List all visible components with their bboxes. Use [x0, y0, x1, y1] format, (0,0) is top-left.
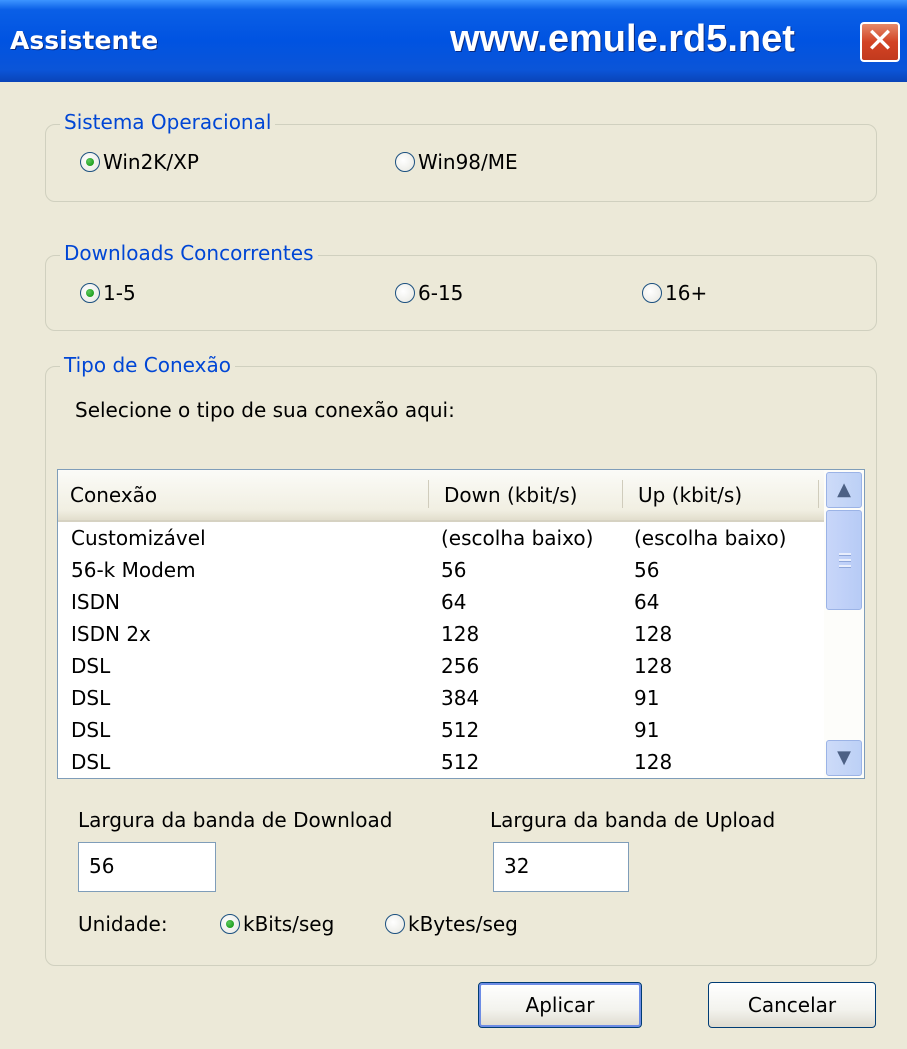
column-separator[interactable] — [622, 480, 623, 508]
cell-connection: ISDN 2x — [71, 622, 151, 646]
cell-connection: DSL — [71, 750, 111, 774]
cell-up: 128 — [634, 622, 673, 646]
table-row[interactable]: Customizável (escolha baixo) (escolha ba… — [58, 522, 824, 554]
connection-table[interactable]: Conexão Down (kbit/s) Up (kbit/s) Custom… — [57, 469, 865, 779]
downloads-radio-16plus[interactable]: 16+ — [642, 281, 707, 305]
up-arrow-icon: ▲ — [837, 479, 851, 500]
column-separator[interactable] — [428, 480, 429, 508]
cell-down: 512 — [441, 718, 480, 742]
unit-label: Unidade: — [78, 912, 168, 936]
table-row[interactable]: DSL 384 91 — [58, 682, 824, 714]
unit-radio-kbytes[interactable]: kBytes/seg — [385, 912, 518, 936]
title-bar[interactable]: Assistente www.emule.rd5.net ✕ — [0, 0, 907, 82]
os-radio-win2k-label: Win2K/XP — [103, 150, 199, 174]
cell-down: 56 — [441, 558, 467, 582]
cell-down: (escolha baixo) — [441, 526, 594, 550]
cell-connection: Customizável — [71, 526, 206, 550]
column-header-down[interactable]: Down (kbit/s) — [432, 470, 622, 518]
connection-instruction: Selecione o tipo de sua conexão aqui: — [75, 398, 455, 422]
cell-up: 56 — [634, 558, 660, 582]
banner-url: www.emule.rd5.net — [450, 18, 795, 60]
table-row[interactable]: DSL 512 91 — [58, 714, 824, 746]
radio-unselected-icon — [385, 914, 405, 934]
grip-icon — [839, 565, 851, 568]
vertical-scrollbar[interactable]: ▲ ▼ — [824, 470, 864, 778]
radio-unselected-icon — [642, 283, 662, 303]
table-row[interactable]: DSL 256 128 — [58, 650, 824, 682]
cell-up: 64 — [634, 590, 660, 614]
radio-unselected-icon — [395, 283, 415, 303]
os-radio-win98[interactable]: Win98/ME — [395, 150, 518, 174]
cell-down: 64 — [441, 590, 467, 614]
apply-button[interactable]: Aplicar — [478, 982, 642, 1028]
down-arrow-icon: ▼ — [837, 747, 851, 768]
table-header: Conexão Down (kbit/s) Up (kbit/s) — [58, 470, 824, 522]
scroll-up-button[interactable]: ▲ — [826, 472, 862, 508]
radio-selected-icon — [220, 914, 240, 934]
cell-up: 91 — [634, 686, 660, 710]
table-row[interactable]: ISDN 64 64 — [58, 586, 824, 618]
grip-icon — [839, 553, 851, 556]
download-bandwidth-label: Largura da banda de Download — [78, 808, 393, 832]
downloads-radio-1-5-label: 1-5 — [103, 281, 136, 305]
cell-down: 128 — [441, 622, 480, 646]
scroll-thumb[interactable] — [826, 510, 862, 610]
table-row[interactable]: ISDN 2x 128 128 — [58, 618, 824, 650]
scroll-down-button[interactable]: ▼ — [826, 740, 862, 776]
downloads-radio-16plus-label: 16+ — [665, 281, 708, 305]
column-header-connection[interactable]: Conexão — [58, 470, 428, 518]
cell-connection: 56-k Modem — [71, 558, 196, 582]
upload-bandwidth-input[interactable]: 32 — [493, 842, 629, 892]
close-button[interactable]: ✕ — [860, 22, 900, 62]
radio-selected-icon — [80, 152, 100, 172]
cell-down: 256 — [441, 654, 480, 678]
cell-up: 128 — [634, 750, 673, 774]
column-separator[interactable] — [818, 480, 819, 508]
grip-icon — [839, 559, 851, 562]
downloads-radio-1-5[interactable]: 1-5 — [80, 281, 136, 305]
cell-connection: ISDN — [71, 590, 120, 614]
cell-up: 128 — [634, 654, 673, 678]
cell-up: (escolha baixo) — [634, 526, 787, 550]
os-radio-win98-label: Win98/ME — [418, 150, 518, 174]
unit-radio-kbytes-label: kBytes/seg — [408, 912, 518, 936]
os-group-legend: Sistema Operacional — [60, 110, 276, 134]
downloads-group-legend: Downloads Concorrentes — [60, 241, 318, 265]
table-row[interactable]: 56-k Modem 56 56 — [58, 554, 824, 586]
cell-connection: DSL — [71, 686, 111, 710]
window-title: Assistente — [10, 26, 159, 55]
table-row[interactable]: DSL 512 128 — [58, 746, 824, 778]
cell-up: 91 — [634, 718, 660, 742]
cell-connection: DSL — [71, 718, 111, 742]
cell-down: 512 — [441, 750, 480, 774]
unit-radio-kbits-label: kBits/seg — [243, 912, 335, 936]
connection-group-legend: Tipo de Conexão — [60, 353, 235, 377]
downloads-radio-6-15[interactable]: 6-15 — [395, 281, 463, 305]
cell-connection: DSL — [71, 654, 111, 678]
os-radio-win2k[interactable]: Win2K/XP — [80, 150, 199, 174]
download-bandwidth-input[interactable]: 56 — [78, 842, 216, 892]
upload-bandwidth-label: Largura da banda de Upload — [490, 808, 776, 832]
column-header-up[interactable]: Up (kbit/s) — [626, 470, 816, 518]
cell-down: 384 — [441, 686, 480, 710]
downloads-radio-6-15-label: 6-15 — [418, 281, 464, 305]
radio-selected-icon — [80, 283, 100, 303]
cancel-button[interactable]: Cancelar — [708, 982, 876, 1028]
radio-unselected-icon — [395, 152, 415, 172]
close-icon: ✕ — [865, 21, 895, 61]
unit-radio-kbits[interactable]: kBits/seg — [220, 912, 334, 936]
